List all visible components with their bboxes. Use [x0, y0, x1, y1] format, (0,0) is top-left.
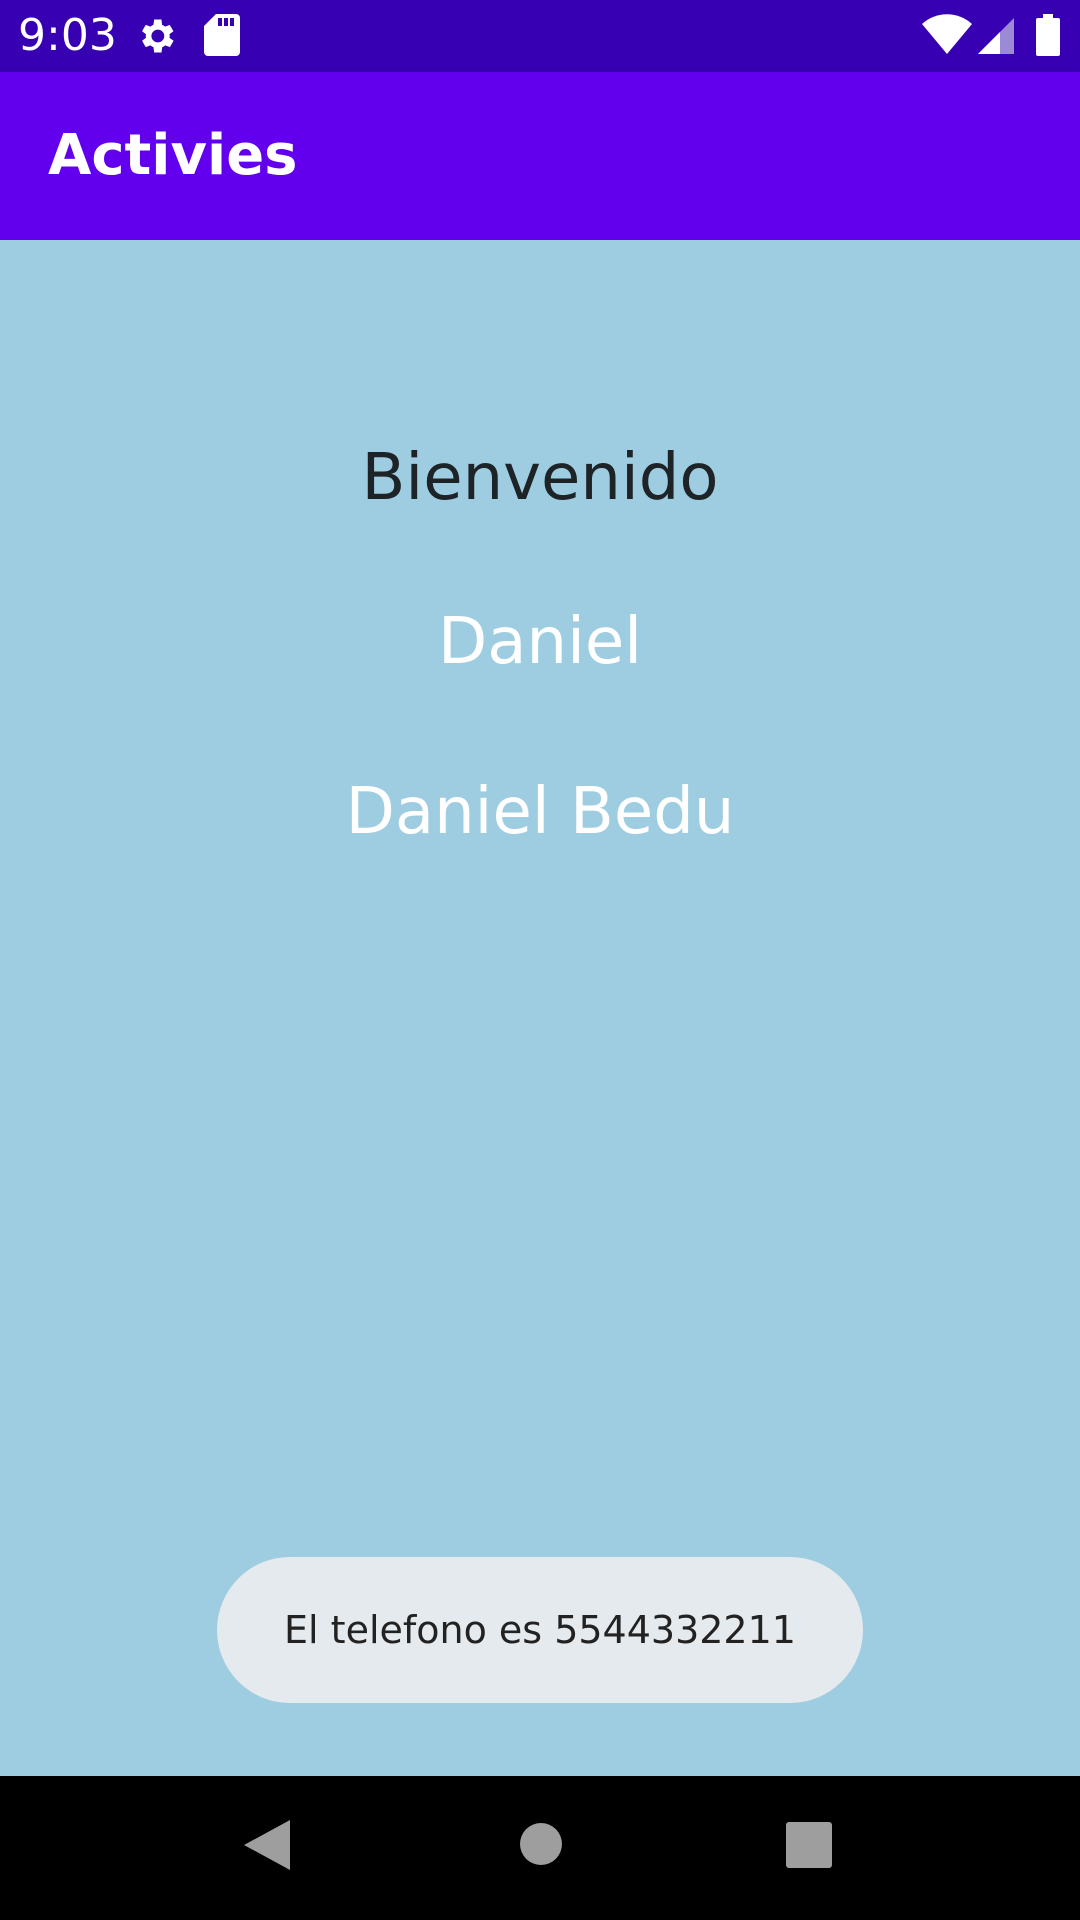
status-bar: 9:03 [0, 0, 1080, 72]
sd-card-icon [204, 14, 240, 60]
name-text: Daniel [438, 605, 642, 679]
full-name-text: Daniel Bedu [345, 775, 735, 849]
recents-icon[interactable] [786, 1822, 832, 1872]
wifi-icon [922, 14, 972, 58]
battery-icon [1036, 14, 1060, 60]
app-title: Activies [48, 123, 298, 188]
main-content: Bienvenido Daniel Daniel Bedu [0, 240, 1080, 1776]
toast-message: El telefono es 5544332211 [284, 1608, 796, 1652]
home-icon[interactable] [519, 1822, 563, 1870]
greeting-text: Bienvenido [361, 441, 719, 515]
app-bar: Activies [0, 72, 1080, 240]
status-time: 9:03 [18, 10, 117, 61]
back-icon[interactable] [244, 1820, 290, 1874]
toast: El telefono es 5544332211 [217, 1557, 863, 1703]
navigation-bar [0, 1776, 1080, 1920]
signal-icon [978, 18, 1014, 58]
gear-icon [134, 14, 178, 62]
